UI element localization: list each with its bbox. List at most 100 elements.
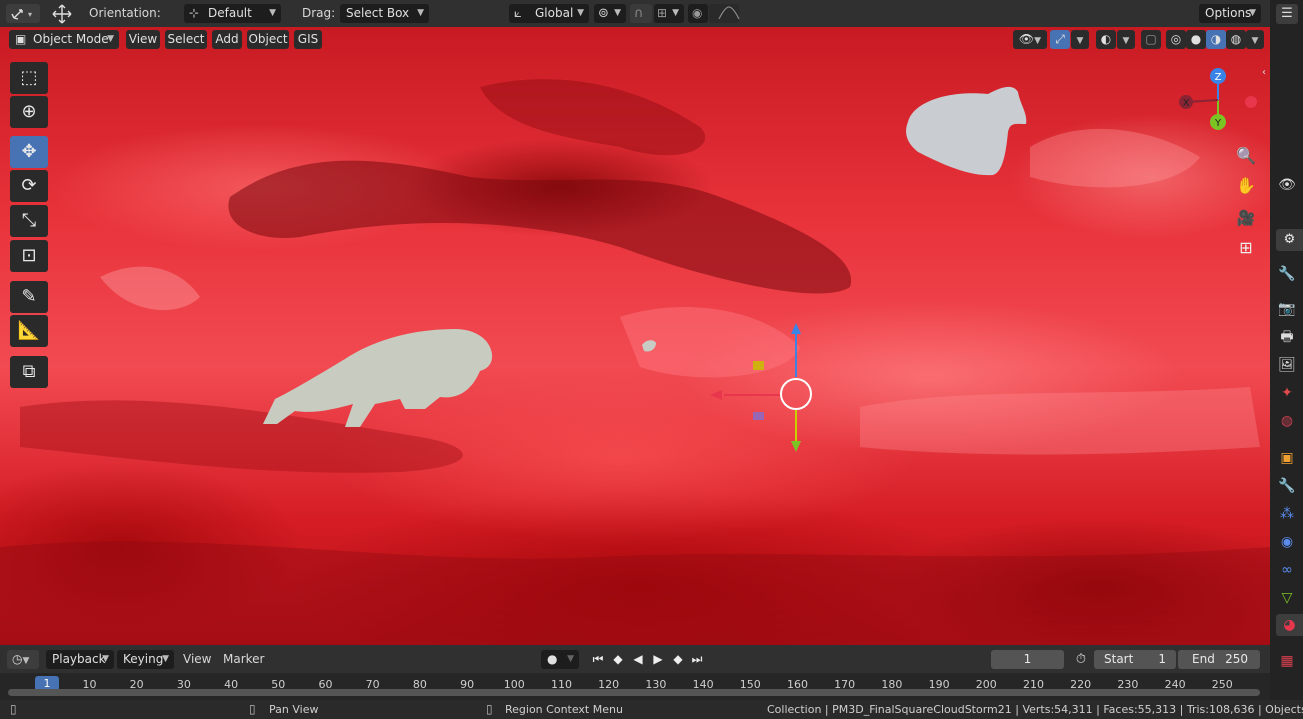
output-icon[interactable]: 🖶 [1278, 328, 1296, 346]
move-arrows-icon[interactable] [50, 3, 74, 25]
editor-type-button[interactable]: ▾ [6, 4, 40, 23]
rendered-sphere-icon: ◍ [1230, 32, 1242, 46]
sidebar-expand-icon[interactable]: ‹ [1262, 67, 1270, 81]
gizmo-toggle[interactable]: ⤢ [1050, 30, 1070, 49]
current-frame-field[interactable]: 1 [991, 650, 1064, 669]
falloff-dropdown[interactable] [709, 4, 740, 23]
cursor-tool[interactable]: ⊕ [10, 96, 48, 128]
tool-settings-tab-icon[interactable]: ⚙ [1276, 229, 1303, 251]
falloff-curve-icon [718, 6, 740, 20]
gizmo-dropdown[interactable]: ▼ [1071, 30, 1089, 49]
view-layer-icon[interactable]: 🖼 [1278, 356, 1296, 374]
transform-tool[interactable]: ⊡ [10, 240, 48, 272]
measure-tool[interactable]: 📐 [10, 315, 48, 347]
properties-editor-icon[interactable]: ☰ [1276, 4, 1298, 24]
object-icon[interactable]: ▣ [1278, 449, 1296, 467]
object-menu[interactable]: Object [247, 30, 289, 49]
scene-icon[interactable]: ✦ [1278, 384, 1296, 402]
timeline-marker-menu[interactable]: Marker [223, 650, 264, 669]
pan-hand-icon[interactable]: ✋ [1234, 174, 1258, 198]
polar-bear-model[interactable] [255, 309, 500, 429]
xray-toggle[interactable]: ▢ [1141, 30, 1161, 49]
grid-icon[interactable]: ⊞ [1234, 236, 1258, 260]
jump-end-icon[interactable]: ⏭ [688, 650, 706, 669]
modifier-wrench-icon[interactable]: 🔧 [1278, 477, 1296, 495]
tools-icon[interactable]: 🔧 [1278, 265, 1296, 283]
options-dropdown[interactable]: Options ▼ [1199, 4, 1261, 23]
distant-object[interactable] [640, 337, 660, 357]
rotate-tool[interactable]: ⟳ [10, 170, 48, 202]
material-tab-icon[interactable]: ◕ [1276, 614, 1303, 636]
x-arrow-handle [710, 390, 722, 400]
add-cube-tool[interactable]: ⧉ [10, 356, 48, 388]
magnet-icon: ∩ [634, 6, 644, 21]
pivot-icon: ⊚ [598, 6, 609, 21]
rendered-shading-button[interactable]: ◍ [1226, 30, 1246, 49]
chevron-down-icon: ▼ [614, 8, 621, 18]
pivot-dropdown[interactable]: ⊚ ▼ [594, 4, 626, 23]
gizmo-center-ring [780, 378, 812, 410]
xy-plane-handle [753, 412, 764, 420]
render-icon[interactable]: 📷 [1278, 300, 1296, 318]
select-box-tool[interactable]: ⬚ [10, 62, 48, 94]
visibility-dropdown[interactable]: 👁▼ [1013, 30, 1047, 49]
snap-toggle[interactable]: ∩ [630, 4, 652, 23]
move-tool[interactable]: ✥ [10, 136, 48, 168]
solid-shading-button[interactable]: ● [1186, 30, 1206, 49]
gis-menu[interactable]: GIS [294, 30, 322, 49]
timeline-editor-type-button[interactable]: ◷▼ [7, 650, 39, 669]
constraints-icon[interactable]: ∞ [1278, 561, 1296, 579]
world-icon[interactable]: ◍ [1278, 412, 1296, 430]
mode-dropdown[interactable]: ▣ Object Mode ▼ [9, 30, 119, 49]
mesh-data-icon[interactable]: ▽ [1278, 589, 1296, 607]
stopwatch-icon[interactable]: ⏱ [1071, 650, 1091, 669]
material-sphere-icon: ◑ [1210, 32, 1222, 46]
overlay-dropdown[interactable]: ▼ [1117, 30, 1135, 49]
keying-menu[interactable]: Keying ▼ [117, 650, 174, 669]
jump-start-icon[interactable]: ⏮ [588, 650, 608, 669]
prev-keyframe-icon[interactable]: ◆ [608, 650, 628, 669]
navigation-gizmo[interactable]: Z Y X [1170, 67, 1260, 137]
scale-tool[interactable]: ⤡ [10, 205, 48, 237]
select-menu[interactable]: Select [165, 30, 207, 49]
annotate-tool[interactable]: ✎ [10, 281, 48, 313]
zoom-icon[interactable]: 🔍 [1234, 144, 1258, 168]
timeline-view-menu[interactable]: View [183, 650, 211, 669]
end-value: 250 [1225, 652, 1248, 666]
next-keyframe-icon[interactable]: ◆ [668, 650, 688, 669]
end-frame-field[interactable]: End 250 [1178, 650, 1260, 669]
material-shading-button[interactable]: ◑ [1206, 30, 1226, 49]
physics-icon[interactable]: ◉ [1278, 533, 1296, 551]
add-menu[interactable]: Add [212, 30, 242, 49]
seal-model[interactable] [898, 82, 1033, 177]
proportional-edit-toggle[interactable]: ◉ [688, 4, 708, 23]
start-value: 1 [1158, 652, 1166, 666]
snap-target-dropdown[interactable]: ⊞ ▼ [654, 4, 684, 23]
transform-space-value: Global [535, 6, 574, 20]
overlay-toggle[interactable]: ◐ [1096, 30, 1116, 49]
particles-icon[interactable]: ⁂ [1278, 505, 1296, 523]
timeline-ruler[interactable]: 1 10 20 30 40 50 60 70 80 90 100 110 120 130 140 150 16… [0, 673, 1270, 700]
shading-dropdown[interactable]: ▼ [1246, 30, 1264, 49]
orientation-dropdown[interactable]: ⊹ Default ▼ [184, 4, 281, 23]
texture-checker-icon[interactable]: ▦ [1278, 652, 1296, 670]
ruler-icon: 📐 [17, 320, 41, 341]
eye-icon[interactable]: 👁 [1278, 176, 1296, 194]
transform-gizmo[interactable] [700, 317, 840, 462]
start-frame-field[interactable]: Start 1 [1094, 650, 1176, 669]
camera-icon[interactable]: 🎥 [1234, 206, 1258, 230]
auto-keying-toggle[interactable]: ● ▼ [541, 650, 579, 669]
playback-menu[interactable]: Playback ▼ [46, 650, 114, 669]
transform-space-dropdown[interactable]: ⟀ Global ▼ [509, 4, 589, 23]
y-arrow-handle [791, 441, 801, 452]
view-menu[interactable]: View [126, 30, 160, 49]
wireframe-shading-button[interactable]: ◎ [1166, 30, 1186, 49]
play-icon[interactable]: ▶ [648, 650, 668, 669]
z-axis-label: Z [1215, 72, 1222, 83]
play-reverse-icon[interactable]: ◀ [628, 650, 648, 669]
chevron-down-icon: ▼ [1122, 36, 1130, 46]
pan-view-hint: Pan View [269, 703, 319, 716]
drag-dropdown[interactable]: Select Box ▼ [340, 4, 429, 23]
3d-viewport[interactable]: ▣ Object Mode ▼ View Select Add Object G… [0, 27, 1270, 645]
timeline-scrollbar[interactable] [8, 689, 1260, 696]
